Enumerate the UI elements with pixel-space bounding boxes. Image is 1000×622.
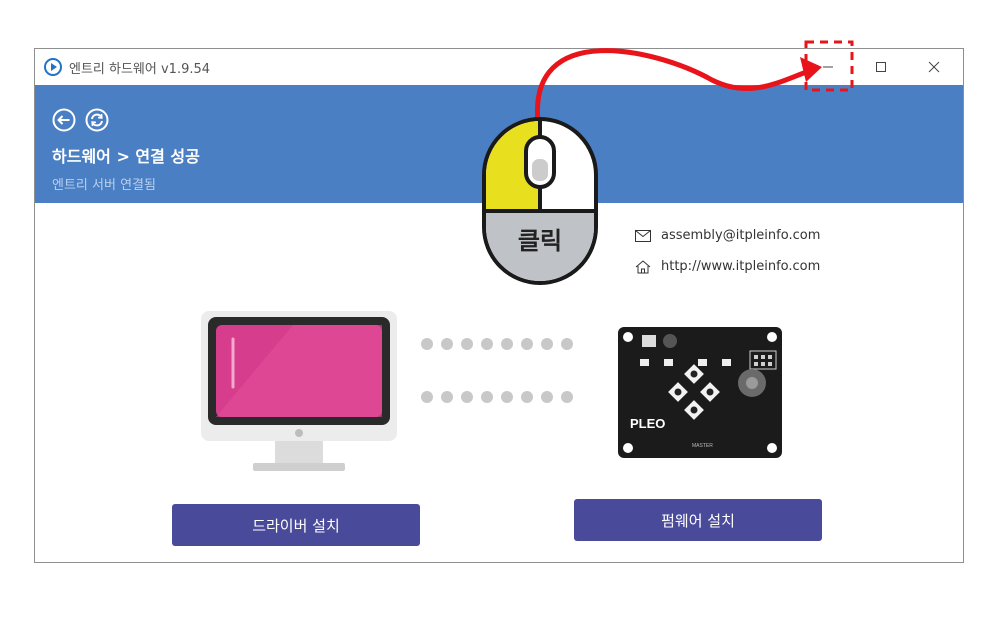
- maximize-icon: [876, 62, 886, 72]
- page-title: 하드웨어 > 연결 성공: [52, 147, 200, 166]
- back-arrow-icon[interactable]: [52, 108, 76, 132]
- connection-dots-top: [421, 338, 573, 350]
- close-button[interactable]: [911, 49, 957, 85]
- title-bar: 엔트리 하드웨어 v1.9.54: [35, 49, 963, 85]
- connection-dots-bottom: [421, 391, 573, 403]
- connection-status: 엔트리 서버 연결됨: [52, 178, 156, 193]
- close-icon: [928, 61, 940, 73]
- minimize-icon: [823, 66, 833, 68]
- website-link[interactable]: http://www.itpleinfo.com: [661, 259, 820, 274]
- hardware-board-icon: PLEO MASTER: [618, 327, 782, 458]
- maximize-button[interactable]: [858, 49, 904, 85]
- entry-logo-icon: [44, 58, 62, 76]
- board-brand-label: PLEO: [630, 416, 665, 431]
- minimize-button[interactable]: [805, 49, 851, 85]
- window-title: 엔트리 하드웨어 v1.9.54: [69, 62, 211, 77]
- mouse-left-click-icon: 클릭: [480, 115, 600, 287]
- refresh-icon[interactable]: [85, 108, 109, 132]
- contact-email: assembly@itpleinfo.com: [635, 228, 820, 243]
- monitor-icon: [201, 311, 397, 471]
- click-label: 클릭: [517, 227, 563, 255]
- home-icon: [635, 259, 651, 273]
- mail-icon: [635, 229, 651, 242]
- contact-website: http://www.itpleinfo.com: [635, 259, 820, 274]
- install-driver-button[interactable]: 드라이버 설치: [172, 504, 420, 546]
- email-text: assembly@itpleinfo.com: [661, 228, 821, 243]
- board-model-label: MASTER: [692, 443, 713, 449]
- install-firmware-button[interactable]: 펌웨어 설치: [574, 499, 822, 541]
